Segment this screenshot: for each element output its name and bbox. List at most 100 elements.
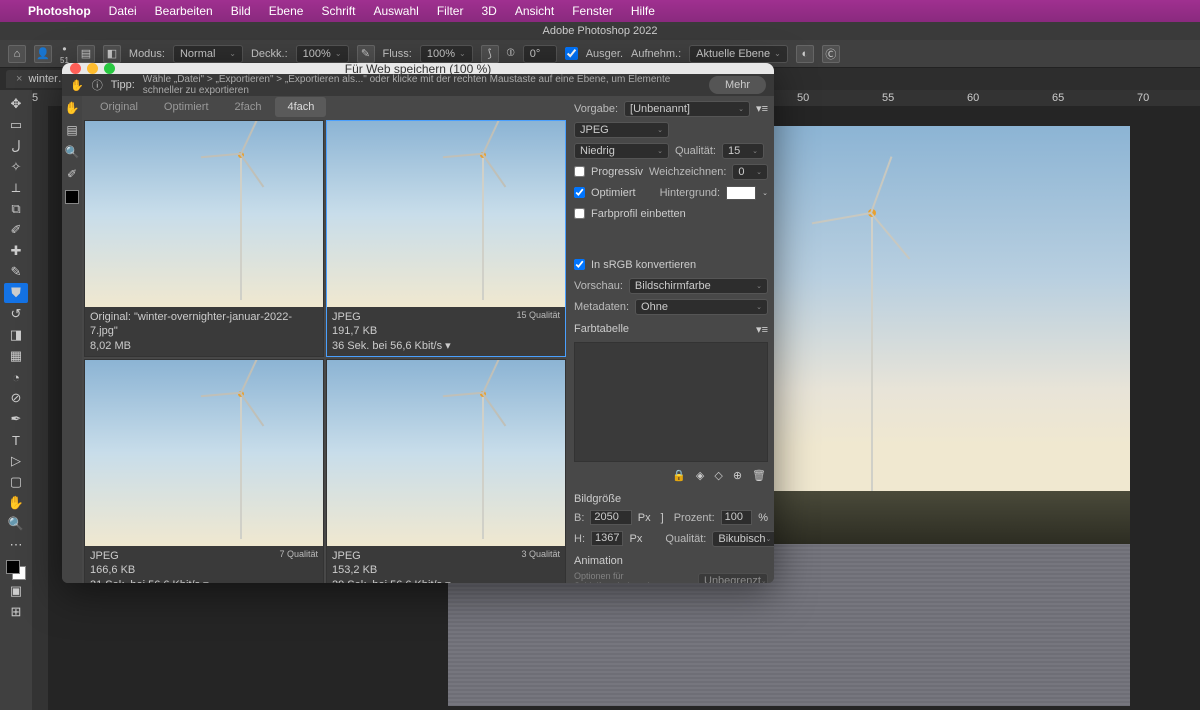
percent-field[interactable]: 100 <box>721 510 753 525</box>
width-field[interactable]: 2050 <box>590 510 631 525</box>
tab-2fach[interactable]: 2fach <box>223 97 274 117</box>
history-brush-tool[interactable]: ↺ <box>4 304 28 324</box>
frame-tool[interactable]: ⧉ <box>4 199 28 219</box>
modus-select[interactable]: Normal⌄ <box>173 45 243 63</box>
blur-tool[interactable]: ◔ <box>4 367 28 387</box>
preview-pane-jpeg3[interactable]: 3 QualitätJPEG153,2 KB29 Sek. bei 56,6 K… <box>326 359 566 583</box>
optimized-checkbox[interactable] <box>574 187 585 198</box>
matte-color[interactable] <box>726 186 756 200</box>
format-select[interactable]: JPEG⌄ <box>574 122 669 138</box>
aligned-checkbox[interactable] <box>565 47 578 60</box>
menu-auswahl[interactable]: Auswahl <box>373 4 418 18</box>
new-entry-icon[interactable]: ⊕ <box>733 469 742 482</box>
eyedropper-tool[interactable]: ✐ <box>4 220 28 240</box>
type-tool[interactable]: T <box>4 430 28 450</box>
tool-preset-icon[interactable]: 👤 <box>34 45 52 63</box>
quality-field[interactable]: 15⌄ <box>722 143 764 159</box>
menu-ansicht[interactable]: Ansicht <box>515 4 554 18</box>
brush-picker[interactable]: •51 <box>60 42 69 65</box>
menu-bild[interactable]: Bild <box>231 4 251 18</box>
preview-pane-original[interactable]: Original: "winter-overnighter-januar-202… <box>84 120 324 357</box>
shape-tool[interactable]: ▢ <box>4 472 28 492</box>
hand-tool[interactable]: ✋ <box>4 493 28 513</box>
heal-tool[interactable]: ✚ <box>4 241 28 261</box>
brush-panel-icon[interactable]: ▤ <box>77 45 95 63</box>
ruler-vertical <box>32 106 48 710</box>
aligned-label: Ausger. <box>586 45 623 63</box>
menu-3d[interactable]: 3D <box>481 4 496 18</box>
menu-schrift[interactable]: Schrift <box>321 4 355 18</box>
crop-tool[interactable]: ⟂ <box>4 178 28 198</box>
tab-optimiert[interactable]: Optimiert <box>152 97 221 117</box>
dodge-tool[interactable]: ⊘ <box>4 388 28 408</box>
menu-icon[interactable]: ▾≡ <box>756 102 768 115</box>
height-field[interactable]: 1367 <box>591 531 623 546</box>
menu-datei[interactable]: Datei <box>109 4 137 18</box>
sample-color-swatch[interactable] <box>65 190 79 204</box>
color-table[interactable] <box>574 342 768 462</box>
pressure-opacity-icon[interactable]: ✎ <box>357 45 375 63</box>
link-icon[interactable]: ] <box>661 512 664 524</box>
embed-profile-checkbox[interactable] <box>574 208 585 219</box>
marquee-tool[interactable]: ▭ <box>4 115 28 135</box>
home-icon[interactable]: ⌂ <box>8 45 26 63</box>
flyout-icon[interactable]: ▾≡ <box>756 323 768 336</box>
metadata-select[interactable]: Ohne⌄ <box>635 299 768 315</box>
deckk-label: Deckk.: <box>251 45 288 63</box>
menu-fenster[interactable]: Fenster <box>572 4 613 18</box>
clone-panel-icon[interactable]: ◧ <box>103 45 121 63</box>
pressure-size-icon[interactable]: Ⓒ <box>822 45 840 63</box>
angle-label: ⦶ <box>507 45 515 63</box>
eyedropper-tool-dialog[interactable]: ✐ <box>64 166 80 182</box>
tab-original[interactable]: Original <box>88 97 150 117</box>
brush-tool[interactable]: ✎ <box>4 262 28 282</box>
more-button[interactable]: Mehr <box>709 76 766 94</box>
sample-select[interactable]: Aktuelle Ebene⌄ <box>689 45 788 63</box>
resample-select[interactable]: Bikubisch⌄ <box>712 531 774 547</box>
color-swatches[interactable] <box>6 560 26 580</box>
add-color-icon[interactable]: ◇ <box>714 469 722 482</box>
zoom-tool-dialog[interactable]: 🔍 <box>64 144 80 160</box>
airbrush-icon[interactable]: ⟆ <box>481 45 499 63</box>
path-tool[interactable]: ▷ <box>4 451 28 471</box>
hand-tool-dialog[interactable]: ✋ <box>64 100 80 116</box>
blur-field[interactable]: 0⌄ <box>732 164 768 180</box>
progressive-checkbox[interactable] <box>574 166 585 177</box>
move-tool[interactable]: ✥ <box>4 94 28 114</box>
screen-mode-icon[interactable]: ⊞ <box>4 602 28 622</box>
flow-field[interactable]: 100%⌄ <box>420 45 473 63</box>
preview-select[interactable]: Bildschirmfarbe⌄ <box>629 278 768 294</box>
menu-app[interactable]: Photoshop <box>28 4 91 18</box>
ignore-adj-icon[interactable]: ◐ <box>796 45 814 63</box>
zoom-tool[interactable]: 🔍 <box>4 514 28 534</box>
app-title: Adobe Photoshop 2022 <box>543 25 658 37</box>
menu-ebene[interactable]: Ebene <box>269 4 304 18</box>
tip-prefix: Tipp: <box>111 79 135 91</box>
preview-pane-jpeg15[interactable]: 15 QualitätJPEG191,7 KB36 Sek. bei 56,6 … <box>326 120 566 357</box>
preset-select[interactable]: [Unbenannt]⌄ <box>624 101 750 117</box>
menu-filter[interactable]: Filter <box>437 4 464 18</box>
tab-4fach[interactable]: 4fach <box>275 97 326 117</box>
pen-tool[interactable]: ✒ <box>4 409 28 429</box>
lasso-tool[interactable]: ل <box>4 136 28 156</box>
settings-panel: Vorgabe:[Unbenannt]⌄▾≡ JPEG⌄ Niedrig⌄Qua… <box>568 96 774 583</box>
map-icon[interactable]: ◈ <box>696 469 704 482</box>
tool-palette: ✥ ▭ ل ✧ ⟂ ⧉ ✐ ✚ ✎ ⛊ ↺ ◨ ▦ ◔ ⊘ ✒ T ▷ ▢ ✋ … <box>0 90 32 710</box>
angle-field[interactable]: 0° <box>523 45 557 63</box>
gradient-tool[interactable]: ▦ <box>4 346 28 366</box>
edit-toolbar[interactable]: ⋯ <box>4 535 28 555</box>
clone-stamp-tool[interactable]: ⛊ <box>4 283 28 303</box>
lock-icon[interactable]: 🔒 <box>672 469 686 482</box>
srgb-checkbox[interactable] <box>574 259 585 270</box>
trash-icon[interactable]: 🗑 <box>752 469 766 482</box>
quick-mask-icon[interactable]: ▣ <box>4 581 28 601</box>
eraser-tool[interactable]: ◨ <box>4 325 28 345</box>
menu-hilfe[interactable]: Hilfe <box>631 4 655 18</box>
wand-tool[interactable]: ✧ <box>4 157 28 177</box>
dialog-titlebar[interactable]: Für Web speichern (100 %) <box>62 63 774 74</box>
slice-tool[interactable]: ▤ <box>64 122 80 138</box>
menu-bearbeiten[interactable]: Bearbeiten <box>155 4 213 18</box>
opacity-field[interactable]: 100%⌄ <box>296 45 349 63</box>
preview-pane-jpeg7[interactable]: 7 QualitätJPEG166,6 KB31 Sek. bei 56,6 K… <box>84 359 324 583</box>
quality-preset-select[interactable]: Niedrig⌄ <box>574 143 669 159</box>
